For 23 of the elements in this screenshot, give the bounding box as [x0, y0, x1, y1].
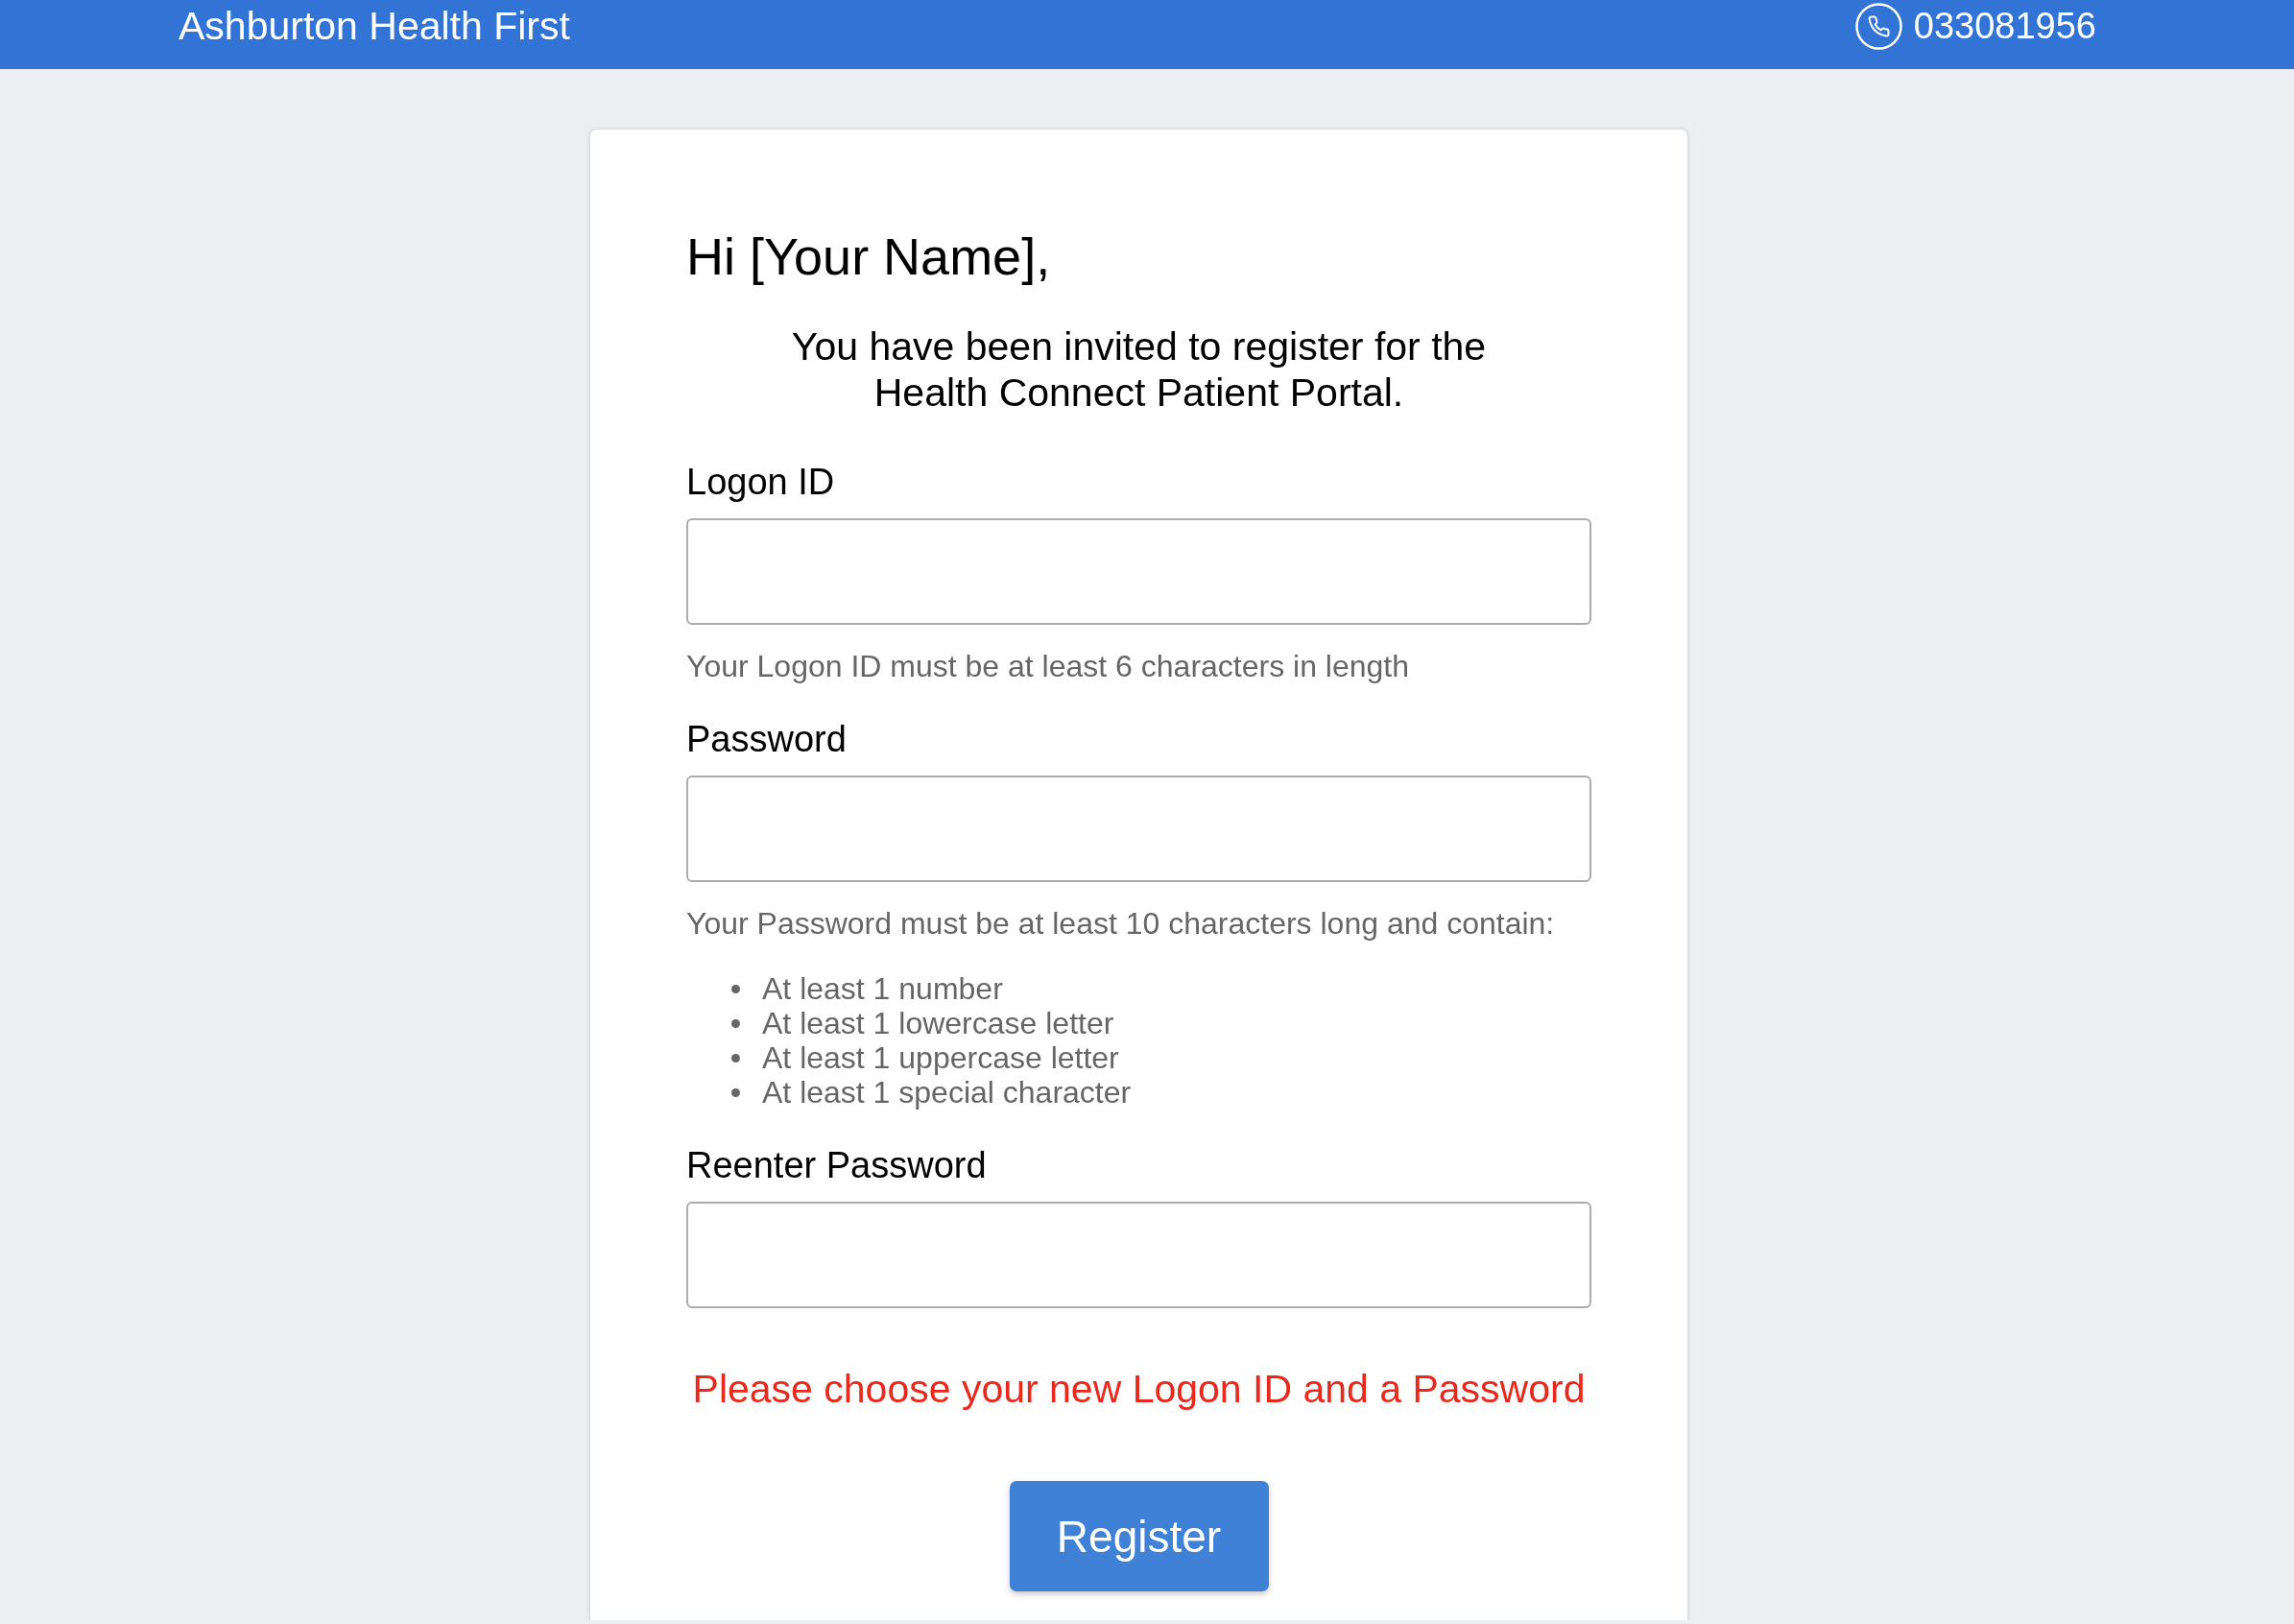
- field-label: Password: [686, 718, 848, 760]
- phone-icon: [1854, 2, 1902, 50]
- field-label: Reenter Password: [686, 1144, 988, 1186]
- intro-text: You have been invited to register for the Health Connect Patient Portal.: [790, 323, 1488, 416]
- bullet-icon: [731, 1087, 740, 1097]
- rule-text: At least 1 uppercase letter: [762, 1040, 1119, 1075]
- phone-number: 033081956: [1913, 5, 2096, 47]
- bullet-icon: [731, 1053, 740, 1063]
- input-field[interactable]: [686, 776, 1591, 882]
- rule-text: At least 1 number: [762, 971, 1003, 1006]
- register-button[interactable]: Register: [1009, 1481, 1269, 1591]
- error-message: Please choose your new Logon ID and a Password: [691, 1366, 1587, 1412]
- rule-text: At least 1 lowercase letter: [762, 1006, 1114, 1040]
- bullet-icon: [731, 1018, 740, 1028]
- site-title: Ashburton Health First: [179, 3, 570, 49]
- input-field[interactable]: [686, 1202, 1591, 1308]
- hint-text: Your Logon ID must be at least 6 characters in length: [686, 649, 1411, 683]
- input-field[interactable]: [686, 518, 1591, 625]
- hint-text: Your Password must be at least 10 characters long and contain:: [686, 906, 1556, 941]
- field-label: Logon ID: [686, 461, 836, 503]
- bullet-icon: [731, 984, 740, 993]
- greeting-heading: Hi [Your Name],: [686, 227, 1052, 286]
- rule-text: At least 1 special character: [762, 1075, 1132, 1110]
